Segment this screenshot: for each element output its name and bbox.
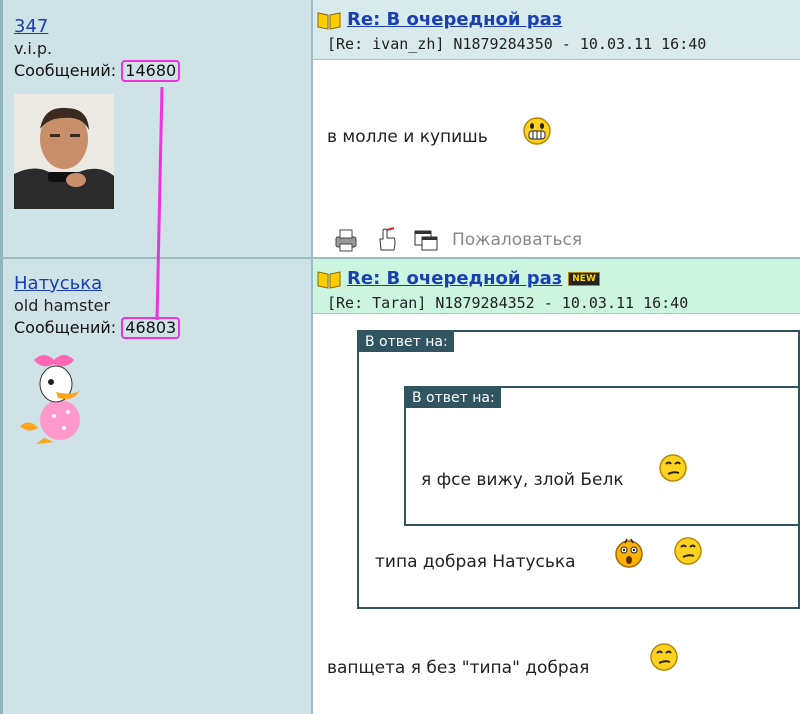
- printer-icon[interactable]: [332, 226, 360, 254]
- avatar[interactable]: [14, 94, 114, 209]
- surprised-smiley-icon: [615, 538, 643, 568]
- book-icon: [317, 270, 341, 289]
- author-name-link[interactable]: 347: [14, 16, 180, 38]
- message-count-label: Сообщений:: [14, 61, 117, 80]
- author-block-1: 347 v.i.p. Сообщений: 14680: [14, 16, 181, 82]
- quote-inner-text: я фсе вижу, злой Белк: [421, 470, 624, 490]
- post-header: Re: В очередной раз NEW [Re: Taran] N187…: [313, 259, 800, 314]
- message-count-label: Сообщений:: [14, 318, 117, 337]
- post-title-line: Re: В очередной раз NEW: [317, 268, 600, 289]
- message-count-row: Сообщений: 14680: [14, 60, 181, 82]
- post-meta: [Re: Taran] N1879284352 - 10.03.11 16:40: [327, 294, 689, 312]
- message-count-value: 46803: [121, 317, 181, 339]
- wink-smiley-icon: [659, 454, 687, 482]
- window-link-icon[interactable]: [412, 226, 440, 254]
- report-link[interactable]: Пожаловаться: [452, 230, 582, 250]
- avatar[interactable]: [14, 348, 100, 444]
- wink-smiley-icon: [650, 643, 678, 671]
- author-status: old hamster: [14, 296, 111, 315]
- post-title-line: Re: В очередной раз: [317, 9, 562, 30]
- wink-smiley-icon: [674, 537, 702, 565]
- quote-label: В ответ на:: [406, 388, 501, 408]
- hand-point-icon[interactable]: [372, 226, 400, 254]
- book-icon: [317, 11, 341, 30]
- post-header: Re: В очередной раз [Re: ivan_zh] N18792…: [313, 0, 800, 60]
- quote-inner: В ответ на:: [404, 386, 800, 526]
- message-count-row: Сообщений: 46803: [14, 317, 181, 339]
- post-meta: [Re: ivan_zh] N1879284350 - 10.03.11 16:…: [327, 35, 707, 53]
- grin-smiley-icon: [523, 117, 551, 145]
- post-actions: Пожаловаться: [332, 226, 582, 254]
- post-title-link[interactable]: Re: В очередной раз: [347, 9, 562, 30]
- post-title-link[interactable]: Re: В очередной раз: [347, 268, 562, 289]
- message-count-value: 14680: [121, 60, 181, 82]
- new-badge: NEW: [568, 271, 600, 286]
- author-name-link[interactable]: Натуська: [14, 273, 180, 295]
- post-body: в молле и купишь: [327, 127, 488, 147]
- quote-label: В ответ на:: [359, 332, 454, 352]
- post-body: вапщета я без "типа" добрая: [327, 658, 590, 678]
- quote-outer-text: типа добрая Натуська: [375, 552, 576, 572]
- author-status: v.i.p.: [14, 39, 53, 58]
- author-block-2: Натуська old hamster Сообщений: 46803: [14, 273, 181, 339]
